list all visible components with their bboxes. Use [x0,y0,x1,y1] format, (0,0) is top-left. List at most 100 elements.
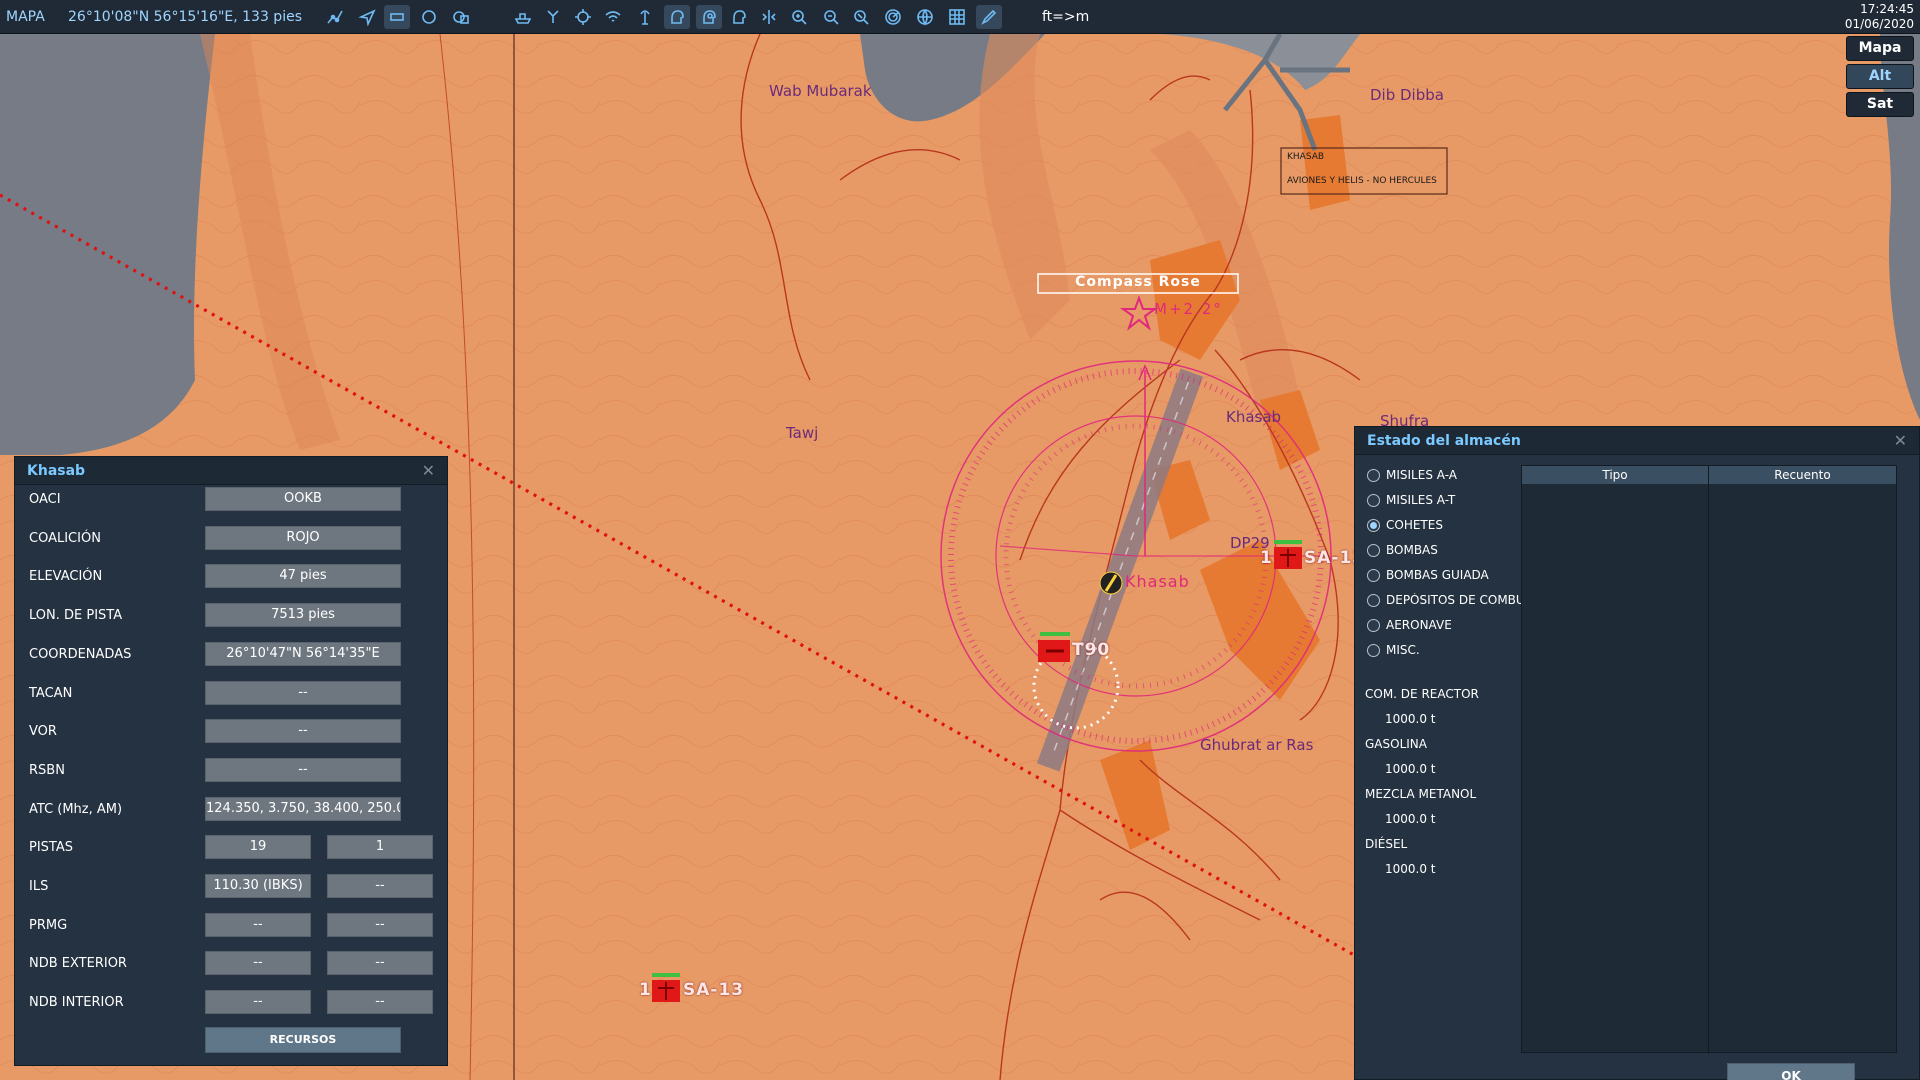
field-row: OACI OOKB [15,487,449,513]
unit-sa13-south-count: 1 [639,980,652,1000]
satellite-layer-button[interactable]: Sat [1846,92,1914,117]
head-view-2-icon[interactable] [696,5,722,29]
field-label: PRMG [29,918,68,933]
category-radio[interactable]: DEPÓSITOS DE COMBUSTIBLE [1367,592,1538,610]
circle-tool-icon[interactable] [416,5,442,29]
map-note-body: AVIONES Y HELIS - NO HERCULES [1287,176,1437,186]
radio-dot-icon[interactable] [1367,544,1380,557]
zoom-fit-icon[interactable] [848,5,874,29]
head-view-icon[interactable] [664,5,690,29]
field-label: ELEVACIÓN [29,569,103,584]
field-row: ATC (Mhz, AM) 124.350, 3.750, 38.400, 25… [15,797,449,823]
panel-header[interactable]: Estado del almacén ✕ [1355,427,1919,455]
ok-button[interactable]: OK [1727,1063,1855,1080]
units-toggle[interactable]: ft=>m [1042,9,1089,25]
field-value-primary: -- [205,913,311,937]
category-label: DEPÓSITOS DE COMBUSTIBLE [1386,593,1538,607]
fuel-type-label: MEZCLA METANOL [1365,787,1477,801]
altitude-layer-button[interactable]: Alt [1846,64,1914,89]
airfield-label: Khasab [1125,572,1190,591]
field-label: ILS [29,879,49,894]
ruler-tool-icon[interactable] [756,5,782,29]
field-value-primary: -- [205,951,311,975]
zoom-out-icon[interactable] [818,5,844,29]
wifi-tool-icon[interactable] [600,5,626,29]
time-text: 17:24:45 [1860,2,1914,16]
top-toolbar: MAPA 26°10'08"N 56°15'16"E, 133 pies ft=… [0,0,1920,34]
field-label: COORDENADAS [29,647,132,662]
fuel-amount-value: 1000.0 t [1385,862,1436,876]
category-radio[interactable]: AERONAVE [1367,617,1537,635]
field-value-primary: -- [205,990,311,1014]
field-label: VOR [29,724,57,739]
column-header-type[interactable]: Tipo [1522,466,1708,484]
field-label: LON. DE PISTA [29,608,123,623]
column-header-count[interactable]: Recuento [1709,466,1896,484]
field-value: 7513 pies [205,603,401,627]
radio-dot-icon[interactable] [1367,569,1380,582]
category-label: AERONAVE [1386,618,1452,632]
radio-dot-icon[interactable] [1367,469,1380,482]
radar-tool-icon[interactable] [880,5,906,29]
field-value: 26°10'47"N 56°14'35"E [205,642,401,666]
field-row: PISTAS 19 1 [15,835,449,861]
field-label: OACI [29,492,61,507]
fuel-amount-value: 1000.0 t [1385,762,1436,776]
radio-dot-icon[interactable] [1367,494,1380,507]
category-radio[interactable]: BOMBAS GUIADA [1367,567,1537,585]
place-tawj: Tawj [786,424,819,442]
close-icon[interactable]: ✕ [1894,431,1907,450]
grid-icon[interactable] [944,5,970,29]
field-row: NDB INTERIOR -- -- [15,990,449,1016]
fuel-type-label: DIÉSEL [1365,837,1408,851]
group-tool-icon[interactable] [540,5,566,29]
category-radio[interactable]: MISC. [1367,642,1537,660]
airfield-info-panel: Khasab ✕ OACI OOKB COALICIÓN ROJO ELEVAC… [14,456,448,1066]
mode-label: MAPA [6,9,45,25]
field-row: COALICIÓN ROJO [15,526,449,552]
field-value-primary: 19 [205,835,311,859]
category-radio[interactable]: BOMBAS [1367,542,1537,560]
navigate-arrow-icon[interactable] [354,5,380,29]
radio-dot-icon[interactable] [1367,594,1380,607]
field-value-secondary: -- [327,913,433,937]
field-label: TACAN [29,686,73,701]
map-layer-button[interactable]: Mapa [1846,36,1914,61]
fuel-type-label: COM. DE REACTOR [1365,687,1479,701]
category-label: COHETES [1386,518,1443,532]
fuel-amount-value: 1000.0 t [1385,812,1436,826]
category-label: MISILES A-A [1386,468,1457,482]
field-label: RSBN [29,763,65,778]
radio-dot-icon[interactable] [1367,644,1380,657]
route-tool-icon[interactable] [322,5,348,29]
target-tool-icon[interactable] [570,5,596,29]
place-wab-mubarak: Wab Mubarak [769,82,872,100]
globe-icon[interactable] [912,5,938,29]
category-radio[interactable]: COHETES [1367,517,1537,535]
head-view-3-icon[interactable] [726,5,752,29]
antenna-tool-icon[interactable] [632,5,658,29]
category-radio[interactable]: MISILES A-T [1367,492,1537,510]
close-icon[interactable]: ✕ [422,461,435,480]
zoom-in-icon[interactable] [786,5,812,29]
resources-button[interactable]: RECURSOS [205,1027,401,1053]
place-dib-dibba: Dib Dibba [1370,86,1444,104]
field-label: NDB INTERIOR [29,995,124,1010]
unit-t90-label: T90 [1072,640,1111,660]
sea-west [0,34,215,455]
field-value: -- [205,681,401,705]
warehouse-panel: Estado del almacén ✕ MISILES A-A MISILES… [1354,426,1920,1080]
category-radio[interactable]: MISILES A-A [1367,467,1537,485]
radio-dot-icon[interactable] [1367,619,1380,632]
field-label: COALICIÓN [29,531,101,546]
rectangle-tool-icon[interactable] [384,5,410,29]
category-label: BOMBAS [1386,543,1438,557]
panel-title: Khasab [27,463,86,479]
field-value-secondary: -- [327,951,433,975]
panel-header[interactable]: Khasab ✕ [15,457,447,485]
field-row: ILS 110.30 (IBKS) -- [15,874,449,900]
ship-tool-icon[interactable] [510,5,536,29]
pencil-icon[interactable] [976,5,1002,29]
layers-tool-icon[interactable] [448,5,474,29]
radio-dot-icon[interactable] [1367,519,1380,532]
